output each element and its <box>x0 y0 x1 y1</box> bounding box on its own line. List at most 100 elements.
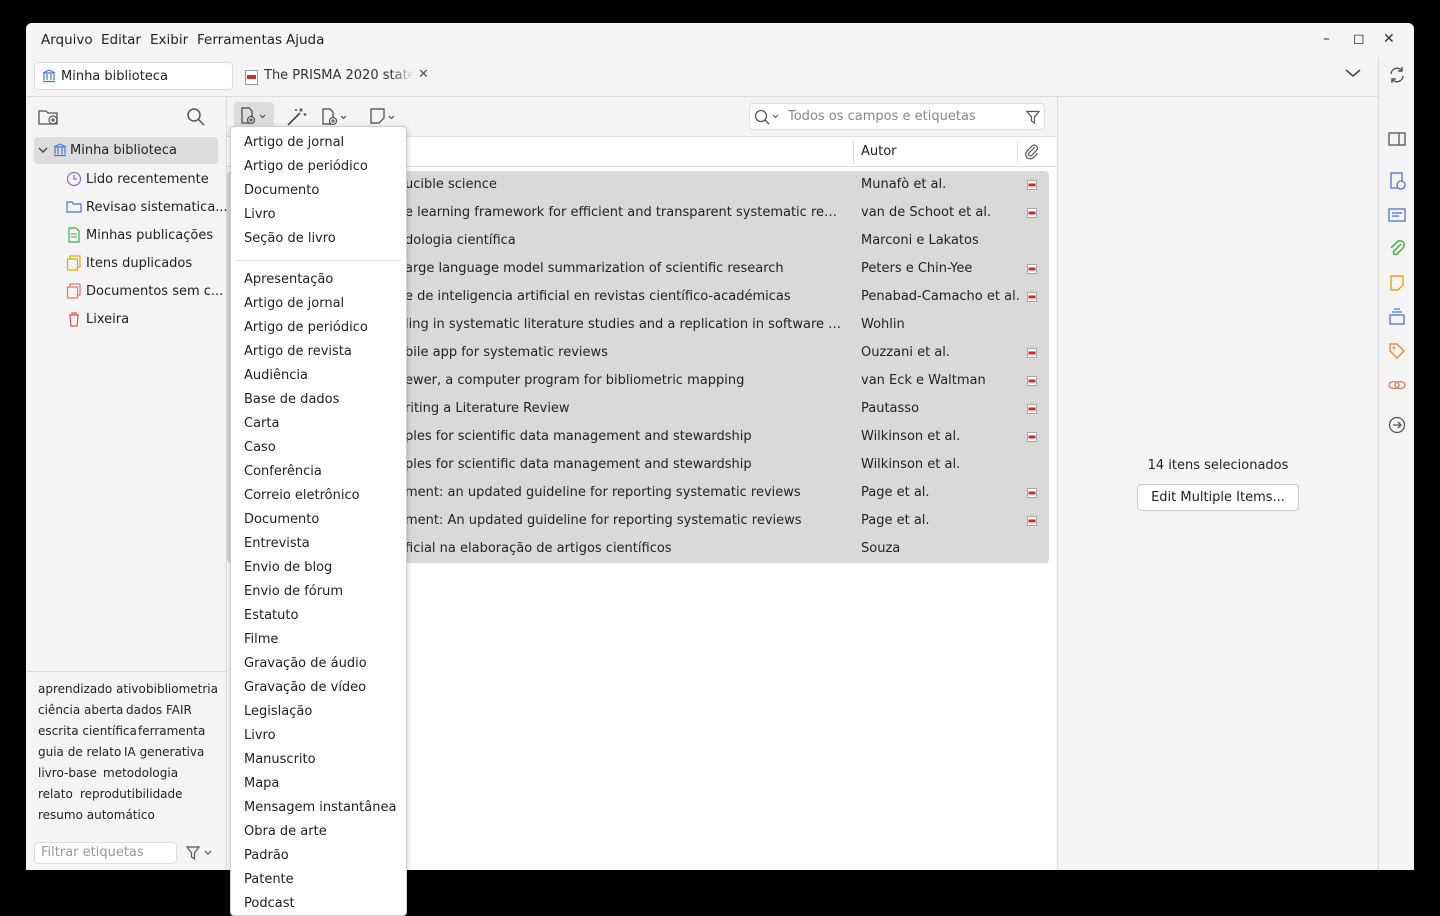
tag[interactable]: aprendizado ativo <box>38 682 146 696</box>
clock-icon <box>66 171 82 187</box>
pdf-attachment-icon[interactable] <box>1027 376 1037 386</box>
edit-multiple-items-button[interactable]: Edit Multiple Items... <box>1137 484 1299 511</box>
related-icon[interactable] <box>1387 375 1407 395</box>
new-note-icon[interactable] <box>369 107 401 127</box>
menu-item-type[interactable]: Legislação <box>244 704 312 719</box>
libraries-collections-icon[interactable] <box>1387 307 1407 327</box>
filter-icon[interactable] <box>1026 110 1040 124</box>
menu-item-type[interactable]: Correio eletrônico <box>244 488 360 503</box>
sync-icon[interactable] <box>1387 65 1407 85</box>
pdf-attachment-icon[interactable] <box>1027 516 1037 526</box>
tag[interactable]: dados FAIR <box>126 703 192 717</box>
menu-item-type[interactable]: Audiência <box>244 368 308 383</box>
menu-arquivo[interactable]: Arquivo <box>41 32 93 48</box>
tag[interactable]: guia de relato <box>38 745 121 759</box>
menu-item-type[interactable]: Estatuto <box>244 608 298 623</box>
tag-filter-field[interactable] <box>34 842 177 864</box>
attachment-column-icon[interactable] <box>1024 144 1040 160</box>
menu-item-type[interactable]: Padrão <box>244 848 289 863</box>
menu-item-recent[interactable]: Artigo de periódico <box>244 159 368 174</box>
menu-item-type[interactable]: Envio de blog <box>244 560 332 575</box>
tag-filter-input[interactable] <box>35 843 177 862</box>
menu-item-type[interactable]: Gravação de vídeo <box>244 680 366 695</box>
add-attachment-icon[interactable] <box>321 107 353 127</box>
chevron-down-icon[interactable] <box>38 146 48 154</box>
menu-item-type[interactable]: Livro <box>244 728 276 743</box>
pdf-attachment-icon[interactable] <box>1027 180 1037 190</box>
menu-item-type[interactable]: Artigo de periódico <box>244 320 368 335</box>
tag[interactable]: bibliometria <box>146 682 218 696</box>
column-separator[interactable] <box>1017 141 1018 162</box>
search-collections-icon[interactable] <box>186 107 206 127</box>
document-icon <box>68 227 80 243</box>
menu-item-recent[interactable]: Seção de livro <box>244 231 336 246</box>
tag[interactable]: escrita científica <box>38 724 137 738</box>
column-separator[interactable] <box>853 141 854 162</box>
tabs-menu-chevron-icon[interactable] <box>1344 67 1362 79</box>
menu-item-type[interactable]: Apresentação <box>244 272 333 287</box>
menu-item-type[interactable]: Carta <box>244 416 279 431</box>
tag[interactable]: resumo automático <box>38 808 155 822</box>
locate-icon[interactable] <box>1387 415 1407 435</box>
tag[interactable]: metodologia <box>103 766 178 780</box>
menu-ferramentas[interactable]: Ferramentas <box>197 32 282 48</box>
menu-editar[interactable]: Editar <box>101 32 141 48</box>
close-window-icon[interactable]: ✕ <box>1383 31 1395 47</box>
pdf-attachment-icon[interactable] <box>1027 404 1037 414</box>
item-author: Wohlin <box>861 317 905 332</box>
tag-filter-menu-icon[interactable] <box>186 845 216 861</box>
pdf-attachment-icon[interactable] <box>1027 208 1037 218</box>
tab-library[interactable]: Minha biblioteca <box>34 62 233 90</box>
menu-item-type[interactable]: Obra de arte <box>244 824 327 839</box>
search-field[interactable] <box>749 103 1045 130</box>
pdf-attachment-icon[interactable] <box>1027 488 1037 498</box>
menu-item-type[interactable]: Mensagem instantânea <box>244 800 396 815</box>
tag[interactable]: reprodutibilidade <box>80 787 183 801</box>
column-author[interactable]: Autor <box>861 144 897 159</box>
search-input[interactable] <box>786 108 1010 125</box>
tag[interactable]: IA generativa <box>124 745 204 759</box>
item-title: ficial na elaboração de artigos científi… <box>405 541 672 556</box>
collection-root[interactable]: Minha biblioteca <box>34 137 218 164</box>
menu-item-type[interactable]: Podcast <box>244 896 295 911</box>
tab-pdf[interactable]: The PRISMA 2020 statement ✕ <box>242 67 432 88</box>
menu-item-recent[interactable]: Artigo de jornal <box>244 135 344 150</box>
menu-item-type[interactable]: Base de dados <box>244 392 339 407</box>
close-tab-icon[interactable]: ✕ <box>418 67 429 82</box>
menu-exibir[interactable]: Exibir <box>150 32 188 48</box>
menu-item-type[interactable]: Mapa <box>244 776 279 791</box>
pdf-attachment-icon[interactable] <box>1027 264 1037 274</box>
search-icon[interactable] <box>754 109 782 125</box>
toggle-pane-icon[interactable] <box>1387 129 1407 149</box>
tag[interactable]: livro-base <box>38 766 97 780</box>
menu-ajuda[interactable]: Ajuda <box>286 32 324 48</box>
pdf-attachment-icon[interactable] <box>1027 432 1037 442</box>
menu-item-type[interactable]: Manuscrito <box>244 752 316 767</box>
attachment-icon[interactable] <box>1387 239 1407 259</box>
menu-item-type[interactable]: Patente <box>244 872 294 887</box>
menu-item-recent[interactable]: Documento <box>244 183 319 198</box>
menu-item-type[interactable]: Conferência <box>244 464 322 479</box>
pdf-attachment-icon[interactable] <box>1027 292 1037 302</box>
menu-item-type[interactable]: Entrevista <box>244 536 310 551</box>
menu-item-type[interactable]: Artigo de jornal <box>244 296 344 311</box>
menu-item-type[interactable]: Documento <box>244 512 319 527</box>
maximize-icon[interactable]: ◻ <box>1353 31 1365 47</box>
tag[interactable]: relato <box>38 787 73 801</box>
menu-item-type[interactable]: Gravação de áudio <box>244 656 367 671</box>
minimize-icon[interactable]: – <box>1323 31 1330 47</box>
menu-item-type[interactable]: Filme <box>244 632 278 647</box>
abstract-icon[interactable] <box>1387 205 1407 225</box>
pdf-attachment-icon[interactable] <box>1027 348 1037 358</box>
add-by-identifier-icon[interactable] <box>286 107 308 127</box>
tags-icon[interactable] <box>1387 341 1407 361</box>
new-collection-icon[interactable] <box>38 107 60 127</box>
menu-item-type[interactable]: Artigo de revista <box>244 344 352 359</box>
menu-item-type[interactable]: Envio de fórum <box>244 584 343 599</box>
menu-item-type[interactable]: Caso <box>244 440 276 455</box>
info-icon[interactable] <box>1387 171 1407 191</box>
notes-icon[interactable] <box>1387 273 1407 293</box>
menu-item-recent[interactable]: Livro <box>244 207 276 222</box>
tag[interactable]: ciência aberta <box>38 703 123 717</box>
tag[interactable]: ferramenta <box>138 724 205 738</box>
